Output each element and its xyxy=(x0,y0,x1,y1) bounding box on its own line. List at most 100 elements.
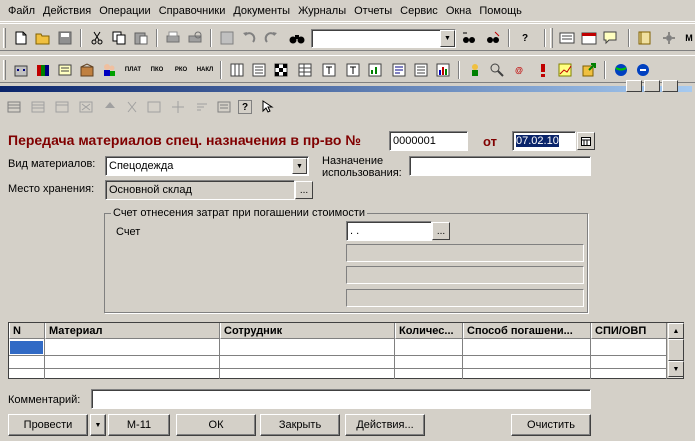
row-copy-icon[interactable] xyxy=(30,99,46,115)
book-icon[interactable] xyxy=(636,29,654,47)
calendar-picker-button[interactable] xyxy=(577,132,595,150)
table-icon[interactable] xyxy=(296,61,314,79)
help-icon[interactable]: ? xyxy=(238,100,252,114)
open-folder-icon[interactable] xyxy=(34,29,52,47)
row-settings-icon[interactable] xyxy=(146,99,162,115)
menu-help[interactable]: Помощь xyxy=(475,0,526,22)
menu-operations[interactable]: Операции xyxy=(95,0,154,22)
table-vertical-scrollbar[interactable]: ▲ ▼ xyxy=(667,323,684,378)
comment-field[interactable] xyxy=(91,389,591,409)
receipt-order-button[interactable]: ПКО xyxy=(148,61,166,79)
row-new-icon[interactable] xyxy=(6,99,22,115)
save-icon[interactable] xyxy=(56,29,74,47)
toolbar-grip[interactable] xyxy=(3,60,6,80)
scroll-up-icon[interactable]: ▲ xyxy=(668,323,684,339)
paste-icon[interactable] xyxy=(132,29,150,47)
subconto-field-1[interactable] xyxy=(346,244,584,262)
person-magnify-icon[interactable] xyxy=(488,61,506,79)
material-type-select[interactable]: Спецодежда ▼ xyxy=(105,156,309,176)
table-row[interactable] xyxy=(9,355,667,356)
bar-chart-icon[interactable] xyxy=(434,61,452,79)
journal-icon[interactable] xyxy=(250,61,268,79)
account-select-button[interactable]: ... xyxy=(432,222,450,240)
column-header-material[interactable]: Материал xyxy=(45,323,220,339)
row-delete-icon[interactable] xyxy=(78,99,94,115)
scroll-down-icon[interactable]: ▼ xyxy=(668,361,684,377)
checker-icon[interactable] xyxy=(272,61,290,79)
calculator-icon[interactable] xyxy=(558,29,576,47)
window-minimize-button[interactable] xyxy=(626,80,642,92)
chat-icon[interactable] xyxy=(602,29,620,47)
at-10-icon[interactable]: @ xyxy=(510,61,528,79)
storage-select-button[interactable]: ... xyxy=(295,181,313,199)
report-icon[interactable] xyxy=(366,61,384,79)
column-header-employee[interactable]: Сотрудник xyxy=(220,323,395,339)
person-arrows-icon[interactable] xyxy=(466,61,484,79)
actions-button[interactable]: Действия... xyxy=(345,414,425,436)
window-close-button[interactable] xyxy=(662,80,678,92)
payment-order-button[interactable]: ПЛАТ xyxy=(124,61,142,79)
date-field[interactable]: 07.02.10 xyxy=(512,131,576,151)
menu-documents[interactable]: Документы xyxy=(229,0,294,22)
search-combo[interactable]: ▼ xyxy=(311,29,456,48)
column-header-quantity[interactable]: Количес... xyxy=(395,323,463,339)
find-next-icon[interactable] xyxy=(460,29,478,47)
properties-icon[interactable] xyxy=(218,29,236,47)
expense-order-button[interactable]: РКО xyxy=(172,61,190,79)
window-maximize-button[interactable] xyxy=(644,80,660,92)
row-move-icon[interactable] xyxy=(170,99,186,115)
chevron-down-icon[interactable]: ▼ xyxy=(292,158,307,174)
books-icon[interactable] xyxy=(34,61,52,79)
table-row-selected-cell[interactable] xyxy=(10,341,43,354)
document-number-field[interactable]: 0000001 xyxy=(389,131,468,151)
chevron-down-icon[interactable]: ▼ xyxy=(440,30,455,47)
cards-icon[interactable] xyxy=(56,61,74,79)
hub-icon[interactable] xyxy=(660,29,678,47)
print-icon[interactable] xyxy=(164,29,182,47)
chart-yellow-icon[interactable] xyxy=(556,61,574,79)
m11-print-button[interactable]: М-11 xyxy=(108,414,170,436)
building-icon[interactable] xyxy=(12,61,30,79)
redo-icon[interactable] xyxy=(262,29,280,47)
alert-icon[interactable] xyxy=(534,61,552,79)
scroll-thumb[interactable] xyxy=(668,339,684,361)
report-list-icon[interactable] xyxy=(390,61,408,79)
invoice-button[interactable]: НАКЛ xyxy=(196,61,214,79)
materials-table[interactable]: N Материал Сотрудник Количес... Способ п… xyxy=(8,322,684,379)
row-edit-icon[interactable] xyxy=(54,99,70,115)
column-header-n[interactable]: N xyxy=(9,323,45,339)
column-header-spi[interactable]: СПИ/ОВП xyxy=(591,323,667,339)
cut-icon[interactable] xyxy=(88,29,106,47)
columns-icon[interactable] xyxy=(228,61,246,79)
column-header-method[interactable]: Способ погашени... xyxy=(463,323,591,339)
row-list-icon[interactable] xyxy=(216,99,232,115)
clear-button[interactable]: Очистить xyxy=(511,414,591,436)
table-row[interactable] xyxy=(9,368,667,369)
users-icon[interactable] xyxy=(100,61,118,79)
row-up-icon[interactable] xyxy=(102,99,118,115)
copy-icon[interactable] xyxy=(110,29,128,47)
subconto-field-2[interactable] xyxy=(346,266,584,284)
menu-references[interactable]: Справочники xyxy=(155,0,230,22)
row-cut-icon[interactable] xyxy=(124,99,140,115)
purpose-field[interactable] xyxy=(409,156,591,176)
text-document-2-icon[interactable] xyxy=(344,61,362,79)
print-preview-icon[interactable] xyxy=(186,29,204,47)
menu-reports[interactable]: Отчеты xyxy=(350,0,396,22)
find-binoculars-icon[interactable] xyxy=(288,29,306,47)
help-question-icon[interactable]: ? xyxy=(516,29,534,47)
update-icon[interactable] xyxy=(634,61,652,79)
menu-service[interactable]: Сервис xyxy=(396,0,442,22)
menu-actions[interactable]: Действия xyxy=(39,0,95,22)
goods-icon[interactable] xyxy=(78,61,96,79)
new-document-icon[interactable] xyxy=(12,29,30,47)
ok-button[interactable]: ОК xyxy=(176,414,256,436)
menu-file[interactable]: Файл xyxy=(4,0,39,22)
export-icon[interactable] xyxy=(580,61,598,79)
context-help-icon[interactable] xyxy=(260,99,276,115)
menu-windows[interactable]: Окна xyxy=(442,0,476,22)
toolbar-grip[interactable] xyxy=(550,28,553,48)
text-document-icon[interactable] xyxy=(320,61,338,79)
post-dropdown-button[interactable]: ▼ xyxy=(90,414,106,436)
menu-journals[interactable]: Журналы xyxy=(294,0,350,22)
